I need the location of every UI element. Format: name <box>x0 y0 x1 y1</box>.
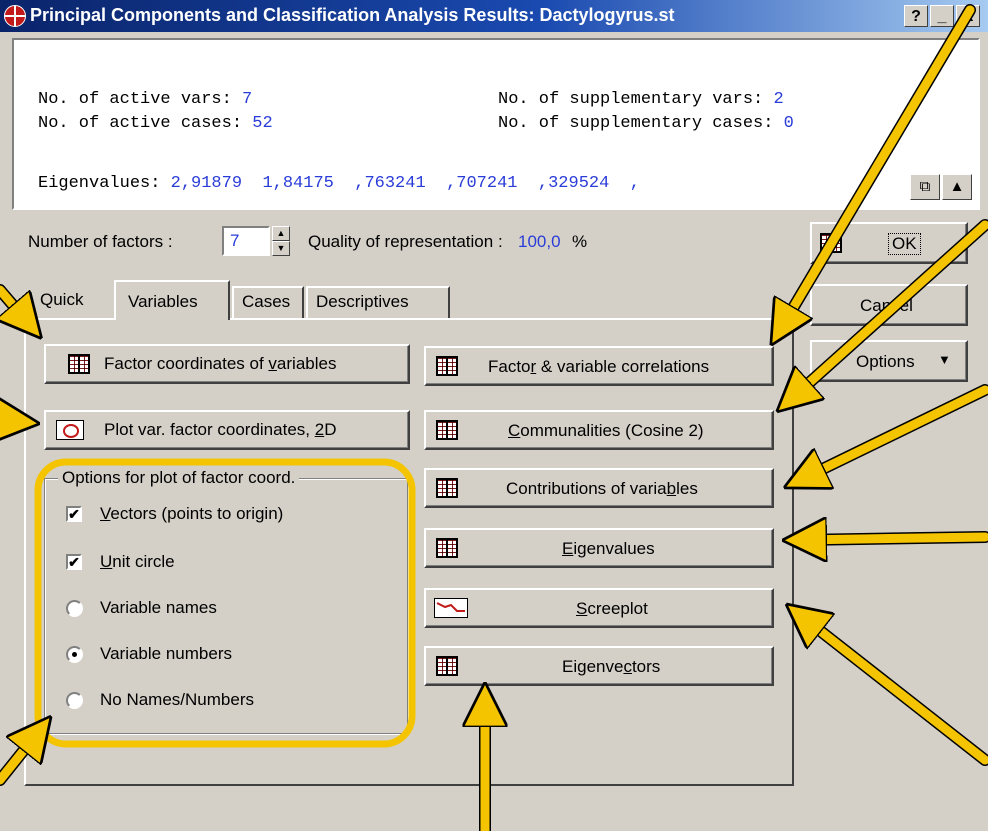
unit-circle-checkbox[interactable]: ✔ <box>66 554 82 570</box>
scatterplot-icon <box>56 420 84 440</box>
arrow-to-eigenvalues <box>800 537 988 540</box>
options-button[interactable]: Options ▼ <box>810 340 968 382</box>
supp-vars-value: 2 <box>773 90 784 109</box>
quality-label: Quality of representation : <box>308 232 503 251</box>
stepper-up-icon[interactable]: ▲ <box>272 226 290 241</box>
vectors-label: Vectors (points to origin) <box>100 504 284 523</box>
table-icon <box>820 233 842 253</box>
stepper-down-icon[interactable]: ▼ <box>272 241 290 256</box>
summary-table-icon <box>68 354 90 374</box>
arrow-to-plot-button <box>0 420 22 422</box>
variable-numbers-radio[interactable] <box>66 646 83 663</box>
plot-var-factor-coordinates-button[interactable]: Plot var. factor coordinates, 2D <box>44 410 410 450</box>
tab-descriptives-label: Descriptives <box>316 292 409 311</box>
variable-numbers-label: Variable numbers <box>100 644 232 663</box>
table-icon <box>436 656 458 676</box>
unit-circle-label: Unit circle <box>100 552 175 571</box>
cancel-label: Cancel <box>860 296 913 315</box>
cancel-button[interactable]: Cancel <box>810 284 968 326</box>
arrow-to-contributions <box>800 385 988 480</box>
num-factors-label: Number of factors : <box>28 232 173 251</box>
plot-var-factor-coordinates-label: Plot var. factor coordinates, 2D <box>104 420 337 439</box>
eigenvalues-label: Eigenvalues: <box>38 174 161 193</box>
supp-vars-label: No. of supplementary vars: <box>498 90 764 109</box>
title-bar: Principal Components and Classification … <box>0 0 988 32</box>
eigenvalues-values: 2,91879 1,84175 ,763241 ,707241 ,329524 … <box>170 174 640 193</box>
table-icon <box>436 478 458 498</box>
table-icon <box>436 356 458 376</box>
eigenvectors-button[interactable]: Eigenvectors <box>424 646 774 686</box>
expand-up-icon[interactable]: ▲ <box>942 174 972 200</box>
active-cases-value: 52 <box>252 114 273 133</box>
eigenvectors-label: Eigenvectors <box>562 657 661 676</box>
help-button[interactable]: ? <box>904 5 928 27</box>
tab-cases[interactable]: Cases <box>232 286 304 318</box>
ok-label: OK <box>888 233 921 255</box>
quality-unit: % <box>572 232 588 251</box>
options-label: Options <box>856 352 915 371</box>
eigenvalues-button-label: Eigenvalues <box>562 539 655 558</box>
communalities-button[interactable]: Communalities (Cosine 2) <box>424 410 774 450</box>
num-factors-stepper[interactable]: ▲ ▼ <box>272 226 290 256</box>
factor-coordinates-button[interactable]: Factor coordinates of variables <box>44 344 410 384</box>
ok-button[interactable]: OK <box>810 222 968 264</box>
no-names-numbers-radio[interactable] <box>66 692 83 709</box>
factor-variable-correlations-label: Factor & variable correlations <box>488 357 710 376</box>
factor-variable-correlations-button[interactable]: Factor & variable correlations <box>424 346 774 386</box>
num-factors-value: 7 <box>230 231 240 250</box>
variable-names-label: Variable names <box>100 598 217 617</box>
eigenvalues-button[interactable]: Eigenvalues <box>424 528 774 568</box>
window-title: Principal Components and Classification … <box>30 5 675 25</box>
table-icon <box>436 420 458 440</box>
tab-variables[interactable]: Variables <box>114 280 230 320</box>
close-button[interactable]: X <box>956 5 980 27</box>
tab-variables-label: Variables <box>128 292 198 311</box>
minimize-button[interactable]: _ <box>930 5 954 27</box>
summary-panel: No. of active vars: 7 No. of supplementa… <box>12 38 980 210</box>
active-vars-value: 7 <box>242 90 253 109</box>
active-vars-label: No. of active vars: <box>38 90 232 109</box>
no-names-numbers-label: No Names/Numbers <box>100 690 254 709</box>
contributions-of-variables-button[interactable]: Contributions of variables <box>424 468 774 508</box>
copy-icon[interactable]: ⧉ <box>910 174 940 200</box>
table-icon <box>436 538 458 558</box>
app-icon <box>4 5 26 27</box>
vectors-checkbox[interactable]: ✔ <box>66 506 82 522</box>
tab-cases-label: Cases <box>242 292 291 311</box>
communalities-label: Communalities (Cosine 2) <box>508 421 704 440</box>
num-factors-input[interactable]: 7 <box>222 226 270 256</box>
tab-quick[interactable]: Quick <box>40 290 83 310</box>
active-cases-label: No. of active cases: <box>38 114 243 133</box>
supp-cases-value: 0 <box>783 114 794 133</box>
quality-value: 100,0 <box>518 232 561 251</box>
screeplot-label: Screeplot <box>576 599 648 618</box>
contributions-of-variables-label: Contributions of variables <box>506 479 698 498</box>
supp-cases-label: No. of supplementary cases: <box>498 114 774 133</box>
screeplot-button[interactable]: Screeplot <box>424 588 774 628</box>
tab-descriptives[interactable]: Descriptives <box>306 286 450 318</box>
variable-names-radio[interactable] <box>66 600 83 617</box>
line-plot-icon <box>434 598 468 618</box>
factor-coordinates-label: Factor coordinates of variables <box>104 354 337 373</box>
arrow-to-screeplot <box>800 615 988 765</box>
options-group-title: Options for plot of factor coord. <box>58 468 300 488</box>
dropdown-arrow-icon: ▼ <box>938 352 951 367</box>
